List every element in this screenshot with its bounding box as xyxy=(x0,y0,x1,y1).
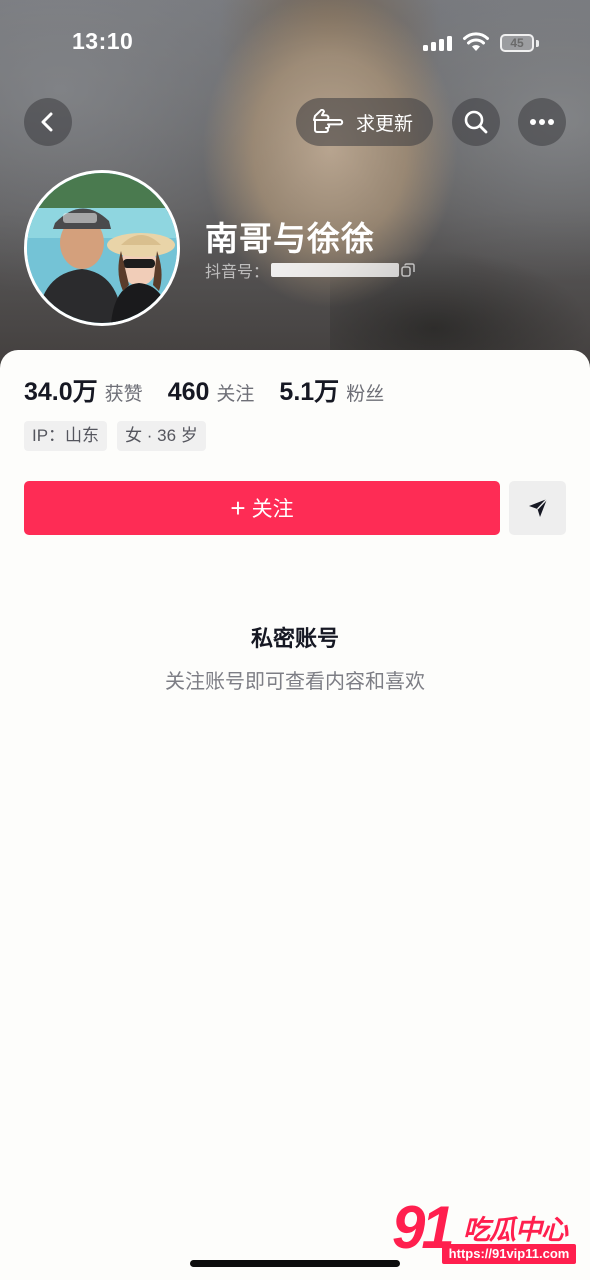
watermark-url: https://91vip11.com xyxy=(442,1244,576,1264)
stat-likes-label: 获赞 xyxy=(104,384,143,405)
stat-following-label: 关注 xyxy=(216,384,255,405)
follow-button[interactable]: + 关注 xyxy=(24,481,500,535)
pointing-hand-icon xyxy=(313,109,344,133)
stat-likes-value: 34.0万 xyxy=(24,378,98,406)
battery-cap xyxy=(536,40,539,47)
back-button[interactable] xyxy=(24,98,72,146)
search-icon xyxy=(464,110,488,134)
avatar-photo xyxy=(27,173,177,323)
tag-gender-age: 女 · 36 岁 xyxy=(117,421,206,451)
douyin-id-row[interactable]: 抖音号： xyxy=(205,258,425,282)
douyin-id-redacted xyxy=(271,263,400,277)
douyin-id-label: 抖音号： xyxy=(205,264,270,281)
stat-followers-label: 粉丝 xyxy=(346,384,385,405)
stat-followers-value: 5.1万 xyxy=(279,378,340,406)
private-account-subtitle: 关注账号即可查看内容和喜欢 xyxy=(165,671,425,693)
copy-icon[interactable] xyxy=(401,263,415,277)
request-update-label: 求更新 xyxy=(356,113,414,135)
avatar[interactable] xyxy=(24,170,180,326)
request-update-button[interactable]: 求更新 xyxy=(296,98,433,146)
stat-following-value: 460 xyxy=(167,378,210,406)
profile-stats: 34.0万 获赞 460 关注 5.1万 粉丝 xyxy=(24,372,409,406)
chevron-left-icon xyxy=(41,112,53,132)
share-button[interactable] xyxy=(509,481,566,535)
cellular-signal-icon xyxy=(423,35,455,51)
status-time: 13:10 xyxy=(72,28,134,54)
more-dots-icon xyxy=(530,119,554,125)
profile-tags: IP：山东 女 · 36 岁 xyxy=(24,421,216,451)
stat-followers[interactable]: 5.1万 粉丝 xyxy=(279,372,384,408)
more-button[interactable] xyxy=(518,98,566,146)
tag-ip-location: IP：山东 xyxy=(24,421,108,451)
plus-icon: + xyxy=(230,493,246,523)
paper-plane-icon xyxy=(528,498,548,517)
stat-likes[interactable]: 34.0万 获赞 xyxy=(24,372,143,408)
battery-icon: 45 xyxy=(500,34,534,52)
watermark-text: 吃瓜中心 xyxy=(463,1215,568,1245)
private-account-title: 私密账号 xyxy=(250,626,339,651)
wifi-icon xyxy=(463,32,489,51)
search-button[interactable] xyxy=(452,98,500,146)
home-indicator[interactable] xyxy=(190,1260,400,1267)
follow-label: 关注 xyxy=(251,498,294,521)
profile-nickname: 南哥与徐徐 xyxy=(205,220,375,257)
stat-following[interactable]: 460 关注 xyxy=(168,378,255,407)
